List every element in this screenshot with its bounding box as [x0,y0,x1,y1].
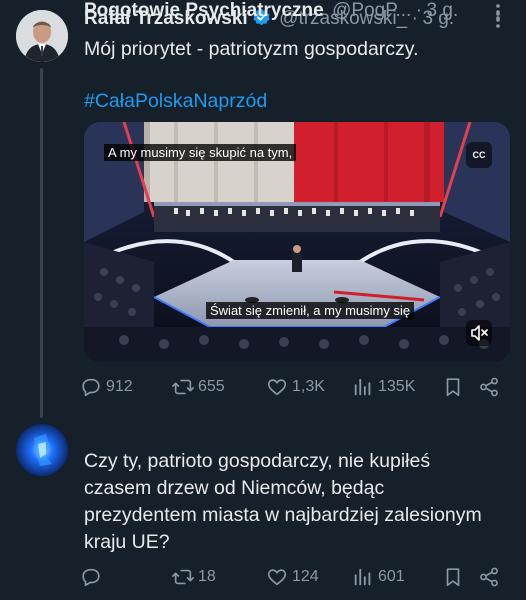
more-dots-icon[interactable] [488,2,508,22]
view-count: 601 [378,568,405,585]
bookmark-button[interactable] [442,375,464,399]
repost-arrows-icon [172,569,194,585]
tweet-actions: 912 655 1,3K 135K [80,375,510,399]
hashtag-link[interactable]: #CałaPolskaNaprzód [84,90,267,113]
repost-button[interactable]: 18 [172,565,216,589]
repost-count: 655 [198,378,225,395]
share-button[interactable] [478,565,500,589]
view-count: 135K [378,378,416,395]
tweet-actions: 18 124 601 [80,565,510,589]
views-button[interactable]: 601 [352,565,405,589]
share-icon [480,377,498,397]
reply-bubble-icon [82,378,100,397]
separator-dot: · [415,0,423,21]
avatar-author[interactable] [16,10,68,62]
repost-button[interactable]: 655 [172,375,225,399]
video-player[interactable]: A my musimy się skupić na tym, Świat się… [84,122,510,362]
author-name[interactable]: Pogotowie Psychiatryczne [84,0,324,21]
video-caption-bottom: Świat się zmienił, a my musimy się [206,302,415,319]
glowing-blue-avatar-icon [16,424,68,476]
thread-connector-line [40,68,43,418]
timestamp[interactable]: 3 g. [427,0,459,21]
reply-bubble-icon [82,568,100,587]
repost-count: 18 [198,568,216,585]
like-button[interactable]: 124 [266,565,319,589]
tweet-header: Pogotowie Psychiatryczne @PogP... · 3 g. [84,0,514,26]
like-count: 124 [292,568,319,585]
repost-arrows-icon [172,379,194,395]
reply-button[interactable]: 912 [80,375,133,399]
share-icon [480,567,498,587]
views-button[interactable]: 135K [352,375,415,399]
reply-button[interactable] [80,565,106,589]
heart-icon [267,569,287,586]
bar-chart-icon [354,378,371,396]
avatar-author[interactable] [16,424,68,476]
like-button[interactable]: 1,3K [266,375,325,399]
bookmark-icon [446,568,460,587]
share-button[interactable] [478,375,500,399]
reply-thread: Rafał Trzaskowski @trzaskowski_ · 3 g. M… [0,0,526,600]
video-caption-top: A my musimy się skupić na tym, [104,144,297,161]
author-handle[interactable]: @PogP... [332,0,411,21]
heart-icon [267,379,287,396]
reply-count: 912 [106,378,133,395]
bookmark-icon [446,378,460,397]
tweet-text: Mój priorytet - patriotyzm gospodarczy. [84,38,419,60]
speaker-muted-icon[interactable] [466,320,492,346]
closed-captions-button[interactable]: CC [466,142,492,168]
tweet-original[interactable]: Rafał Trzaskowski @trzaskowski_ · 3 g. M… [0,0,526,418]
bookmark-button[interactable] [442,565,464,589]
tweet-text: Czy ty, patrioto gospodarczy, nie kupiłe… [84,450,482,553]
like-count: 1,3K [292,378,325,395]
bar-chart-icon [354,568,371,586]
person-avatar-icon [16,10,68,62]
